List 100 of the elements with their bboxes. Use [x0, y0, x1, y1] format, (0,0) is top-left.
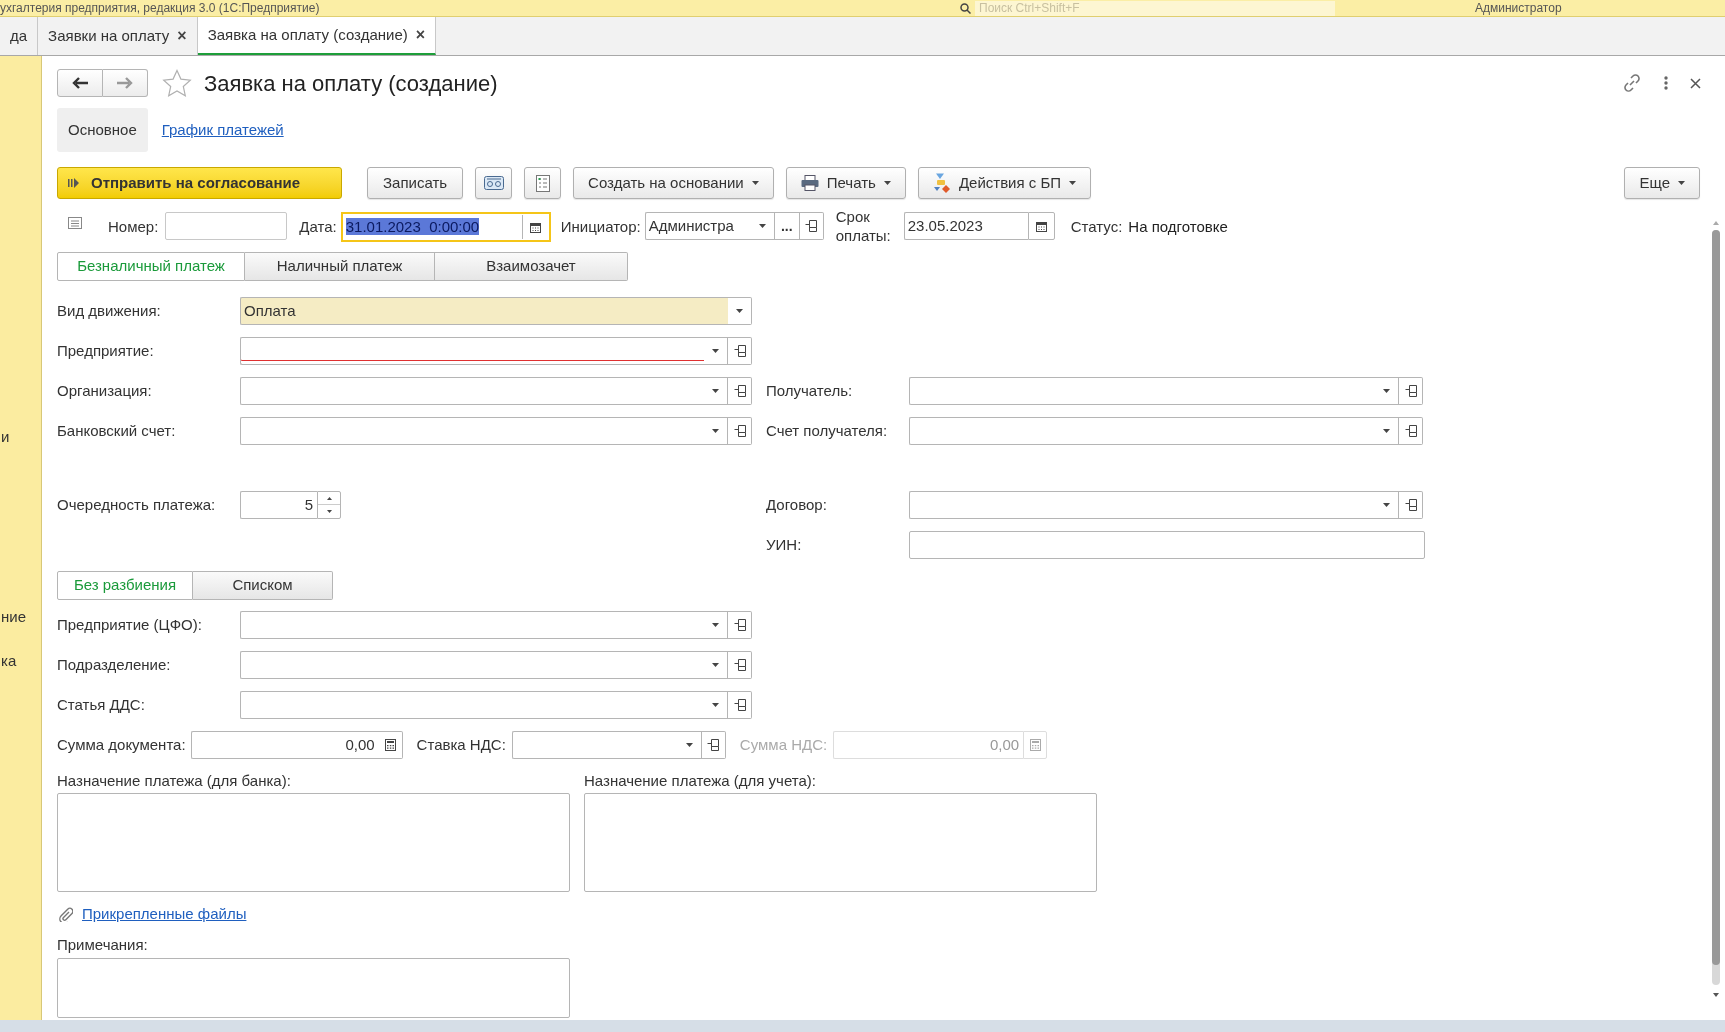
open-button[interactable]: [799, 212, 824, 240]
field-label: Назначение платежа (для учета):: [584, 772, 817, 790]
open-button[interactable]: [728, 417, 752, 445]
user-name: Администратор: [1475, 0, 1562, 16]
field-label: Счет получателя:: [766, 420, 889, 441]
due-date-field[interactable]: 23.05.2023: [903, 212, 1028, 240]
text-area[interactable]: [57, 793, 570, 892]
document-list-icon: [535, 174, 550, 192]
more-icon[interactable]: [1664, 76, 1668, 90]
field-label: Договор:: [766, 494, 828, 515]
arrow-right-icon: [117, 77, 133, 89]
toggle-tab[interactable]: Взаимозачет: [435, 252, 628, 281]
open-button[interactable]: [728, 691, 752, 719]
paperclip-icon: [59, 906, 73, 922]
section-link[interactable]: График платежей: [161, 108, 284, 152]
calendar-icon: [1035, 220, 1047, 232]
open-button[interactable]: [728, 337, 752, 365]
calendar-icon: [529, 221, 541, 233]
caret-icon: [1678, 181, 1685, 185]
number-field[interactable]: [165, 212, 288, 240]
text-area[interactable]: [584, 793, 1097, 892]
close-icon[interactable]: ×: [415, 27, 426, 43]
attached-files-link[interactable]: Прикрепленные файлы: [82, 902, 247, 926]
play-icon: [68, 178, 79, 188]
field-label: Назначение платежа (для банка):: [57, 772, 292, 790]
toggle-tab[interactable]: Без разбиения: [57, 571, 193, 600]
open-icon: [733, 619, 746, 631]
more-button[interactable]: Еще: [1624, 167, 1700, 199]
star-icon[interactable]: [162, 69, 192, 97]
caret-icon: [883, 181, 891, 185]
close-icon[interactable]: ×: [177, 28, 187, 44]
open-icon: [805, 220, 818, 232]
open-icon: [1404, 385, 1417, 397]
field-label: Получатель:: [766, 380, 854, 401]
open-button[interactable]: [1399, 491, 1423, 519]
printer-icon: [800, 175, 819, 191]
save-button[interactable]: Записать: [367, 167, 464, 199]
caret-icon: [1069, 181, 1077, 185]
create-based-on-button[interactable]: Создать на основании: [573, 167, 774, 199]
field-label: Предприятие (ЦФО):: [57, 614, 203, 635]
scanner-icon: [483, 176, 504, 190]
sidebar-item[interactable]: и: [1, 428, 10, 446]
section-tab[interactable]: Основное: [57, 108, 148, 152]
calendar-button[interactable]: [1027, 212, 1055, 240]
open-icon: [1404, 499, 1417, 511]
field-label: Банковский счет:: [57, 420, 177, 441]
field-label: УИН:: [766, 534, 803, 555]
tab[interactable]: да: [0, 17, 39, 55]
field-label: Статья ДДС:: [57, 694, 146, 715]
open-button[interactable]: [1399, 377, 1423, 405]
calculator-icon: [1029, 739, 1041, 751]
choose-button[interactable]: ...: [774, 212, 800, 240]
field-label: Очередность платежа:: [57, 494, 217, 515]
date-field[interactable]: 31.01.2023 0:00:00: [340, 212, 551, 242]
app-title: ухгалтерия предприятия, редакция 3.0 (1С:Предприятие): [0, 0, 321, 16]
field-label: Срок оплаты:: [835, 207, 892, 245]
text-field[interactable]: [909, 531, 1425, 559]
open-icon: [733, 345, 746, 357]
field-label: Организация:: [57, 380, 153, 401]
open-button[interactable]: [701, 731, 726, 759]
field-label: Номер:: [108, 217, 159, 237]
field-label: Вид движения:: [57, 300, 162, 321]
back-button[interactable]: [57, 69, 103, 97]
spin-button[interactable]: [317, 491, 341, 519]
print-button[interactable]: Печать: [785, 167, 906, 199]
close-icon[interactable]: [1690, 77, 1701, 89]
field-label: Сумма документа:: [57, 734, 186, 755]
tab[interactable]: Заявка на оплату (создание) ×: [197, 17, 437, 55]
actions-button[interactable]: Действия с БП: [917, 167, 1092, 199]
toggle-tab[interactable]: Безналичный платеж: [57, 252, 245, 281]
structure-button[interactable]: [524, 167, 562, 199]
down-arrow-icon: [326, 510, 332, 513]
tab[interactable]: Заявки на оплату ×: [38, 17, 198, 55]
field-label: Ставка НДС:: [416, 734, 506, 755]
open-icon: [733, 659, 746, 671]
open-icon: [733, 699, 746, 711]
text-area[interactable]: [57, 958, 570, 1018]
scan-button[interactable]: [475, 167, 513, 199]
field-label: Инициатор:: [560, 217, 641, 237]
open-icon: [733, 385, 746, 397]
arrow-left-icon: [72, 77, 88, 89]
link-icon[interactable]: [1622, 73, 1642, 93]
toggle-tab[interactable]: Списком: [193, 571, 333, 600]
open-button[interactable]: [728, 651, 752, 679]
list-icon[interactable]: [68, 217, 82, 229]
open-button[interactable]: [1399, 417, 1423, 445]
caret-icon: [751, 181, 759, 185]
open-button[interactable]: [728, 377, 752, 405]
scroll-down-icon: [1712, 993, 1719, 997]
send-for-approval-button[interactable]: Отправить на согласование: [57, 167, 342, 199]
sidebar-item[interactable]: ние: [1, 608, 26, 626]
number-field[interactable]: 5: [240, 491, 317, 519]
search-icon: [960, 2, 971, 14]
field-label: Дата:: [299, 217, 337, 237]
amount-field: 0,00: [833, 731, 1024, 759]
open-button[interactable]: [728, 611, 752, 639]
open-icon: [733, 425, 746, 437]
sidebar-item[interactable]: ка: [1, 652, 17, 670]
toggle-tab[interactable]: Наличный платеж: [245, 252, 435, 281]
field-label: Предприятие:: [57, 340, 155, 361]
